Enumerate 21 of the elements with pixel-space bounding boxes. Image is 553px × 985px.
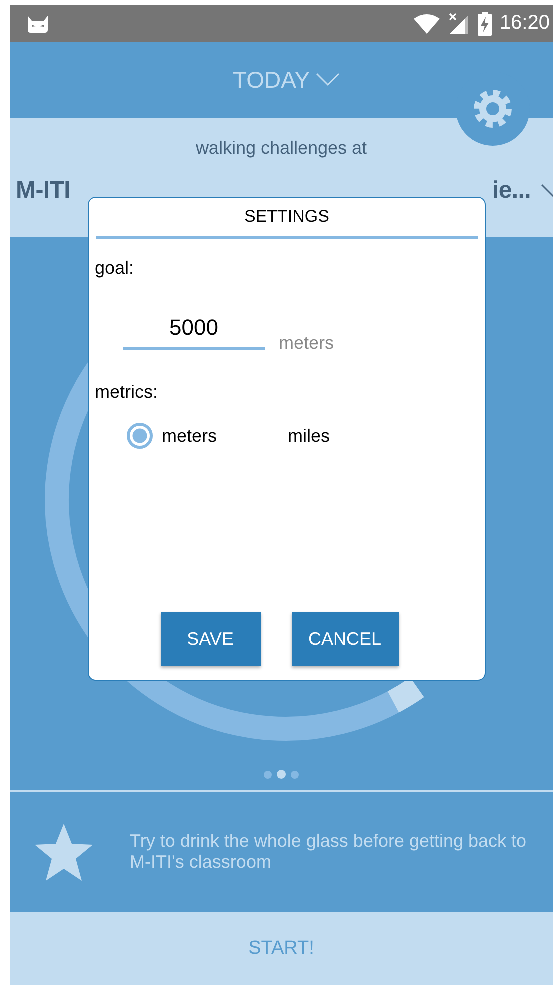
tip-text: Try to drink the whole glass before getting back to M-ITI's classroom bbox=[130, 831, 528, 873]
dialog-title: SETTINGS bbox=[244, 207, 330, 227]
location-name[interactable]: ie... bbox=[492, 177, 531, 205]
location-caption: walking challenges at bbox=[196, 138, 368, 159]
save-button[interactable]: SAVE bbox=[160, 612, 260, 666]
star-icon bbox=[34, 822, 94, 882]
wifi-icon bbox=[414, 14, 440, 34]
cat-mask-icon bbox=[26, 14, 50, 34]
clock-time: 16:20 bbox=[500, 12, 550, 35]
unit-label: meters bbox=[279, 333, 334, 354]
chevron-down-icon bbox=[316, 73, 340, 87]
radio-option[interactable]: miles bbox=[253, 423, 330, 449]
metrics-label: metrics: bbox=[95, 382, 158, 403]
signal-icon bbox=[448, 12, 470, 34]
location-name[interactable]: M-ITI bbox=[16, 177, 70, 205]
settings-icon bbox=[473, 89, 513, 129]
cancel-button[interactable]: CANCEL bbox=[292, 612, 398, 666]
goal-label: goal: bbox=[95, 258, 134, 279]
battery-charging-icon bbox=[478, 12, 492, 36]
radio-option[interactable]: meters bbox=[127, 423, 218, 449]
goal-input-field[interactable]: 5000 bbox=[123, 315, 265, 350]
